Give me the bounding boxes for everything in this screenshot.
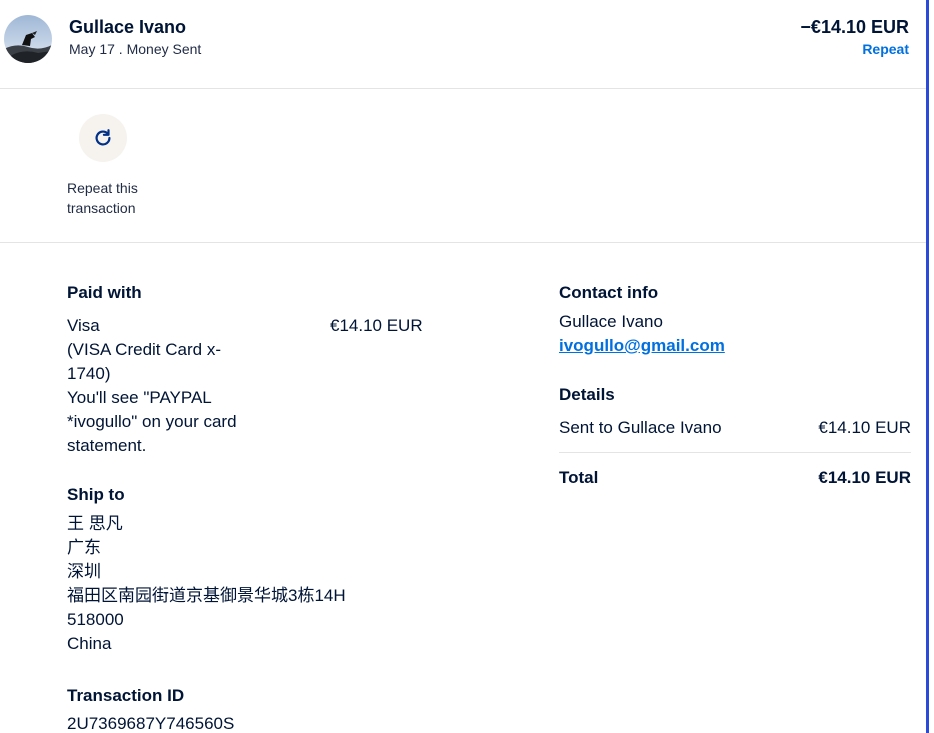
total-label: Total [559,468,599,487]
repeat-transaction-label: Repeat this transaction [67,180,138,216]
details-title: Details [559,385,615,404]
payee-name: Gullace Ivano [69,17,187,37]
contact-email-link[interactable]: ivogullo@gmail.com [559,334,725,358]
payment-line: statement. [67,436,147,455]
transaction-amount: −€14.10 EUR [800,17,909,37]
transaction-detail-page: Gullace Ivano May 17 . Money Sent −€14.1… [0,0,934,733]
shipping-address: 王 思凡 广东 深圳 福田区南园街道京基御景华城3栋14H 518000 Chi… [67,512,397,656]
address-line: 518000 [67,610,124,629]
transaction-id: 2U7369687Y746560S [67,714,235,733]
paid-with-title: Paid with [67,283,142,302]
ship-to-title: Ship to [67,485,125,504]
address-line: China [67,634,112,653]
total-value: €14.10 EUR [818,468,911,487]
transaction-id-title: Transaction ID [67,686,185,705]
details-row-label: Sent to Gullace Ivano [559,418,722,437]
transaction-header: Gullace Ivano May 17 . Money Sent −€14.1… [0,0,926,89]
details-divider [559,452,911,453]
contact-info-title: Contact info [559,283,659,302]
payment-line: 1740) [67,364,111,383]
repeat-transaction-button[interactable] [79,114,127,162]
address-line: 王 思凡 [67,514,123,533]
payment-line: You'll see "PAYPAL [67,388,212,407]
payment-line: *ivogullo" on your card [67,412,237,431]
details-row-value: €14.10 EUR [818,418,911,437]
payment-amount: €14.10 EUR [330,316,423,335]
transaction-date-type: May 17 . Money Sent [69,41,202,57]
avatar [4,15,52,63]
payment-line: (VISA Credit Card x- [67,340,221,359]
contact-name: Gullace Ivano [559,312,663,331]
address-line: 深圳 [67,562,101,581]
repeat-link[interactable]: Repeat [862,41,909,57]
window-edge [926,0,929,733]
address-line: 福田区南园街道京基御景华城3栋14H [67,586,346,605]
refresh-icon [95,129,111,146]
payment-line: Visa [67,316,100,335]
quick-actions: Repeat this transaction [0,89,926,243]
avatar-photo-icon [4,15,52,63]
address-line: 广东 [67,538,101,557]
payment-method: Visa (VISA Credit Card x- 1740) You'll s… [67,314,267,458]
